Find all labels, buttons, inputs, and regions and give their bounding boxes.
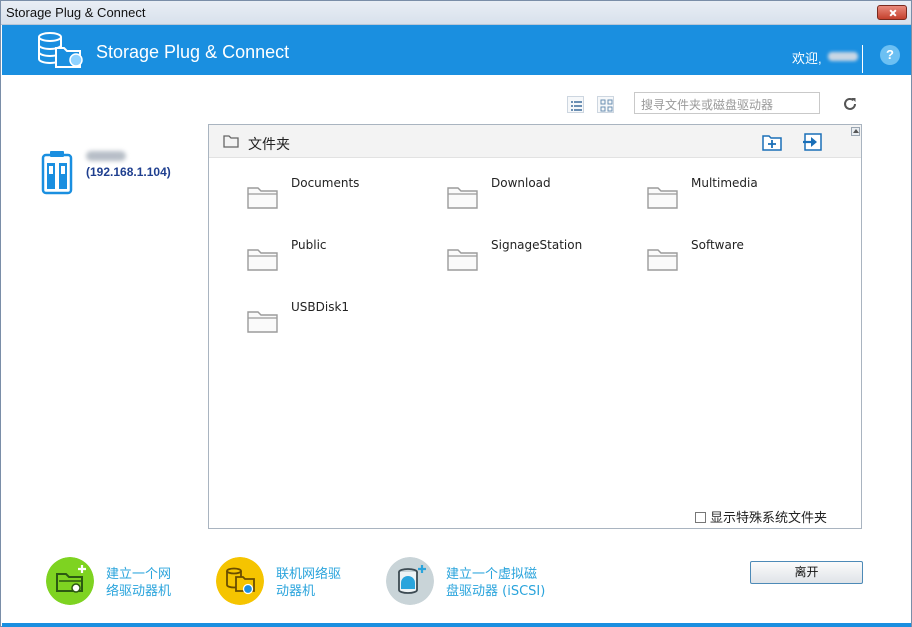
username-redacted xyxy=(828,52,858,61)
scroll-up-button[interactable] xyxy=(851,127,860,136)
folder-item[interactable]: Multimedia xyxy=(647,176,837,216)
grid-view-button[interactable] xyxy=(597,96,614,113)
folder-icon xyxy=(223,135,239,148)
folder-icon xyxy=(247,249,278,271)
folder-icon xyxy=(647,249,678,271)
grid-view-icon xyxy=(600,99,613,112)
folder-icon xyxy=(647,187,678,209)
list-view-icon xyxy=(571,101,582,111)
folder-label: USBDisk1 xyxy=(291,300,350,314)
title-bar: Storage Plug & Connect xyxy=(1,1,911,25)
show-system-folders-checkbox[interactable]: 显示特殊系统文件夹 xyxy=(695,507,827,526)
search-input[interactable]: 搜寻文件夹或磁盘驱动器 xyxy=(634,92,820,114)
folder-icon xyxy=(247,311,278,333)
refresh-icon[interactable] xyxy=(841,95,859,113)
create-iscsi-drive-button[interactable]: 建立一个虚拟磁 盘驱动器 (iSCSI) xyxy=(386,557,586,605)
virtual-disk-icon xyxy=(386,557,434,605)
bottom-accent-strip xyxy=(2,623,911,627)
header-bar: Storage Plug & Connect 欢迎, ? xyxy=(2,25,911,75)
connect-drive-icon xyxy=(216,557,264,605)
storage-app-logo-icon xyxy=(38,32,83,68)
folder-item[interactable]: Software xyxy=(647,238,837,278)
folder-item[interactable]: Public xyxy=(247,238,437,278)
connect-network-drive-button[interactable]: 联机网络驱 动器机 xyxy=(216,557,376,605)
header-divider xyxy=(862,45,863,73)
device-ip[interactable]: (192.168.1.104) xyxy=(86,165,171,179)
folder-panel-header: 文件夹 xyxy=(209,125,861,158)
folder-label: SignageStation xyxy=(491,238,583,252)
checkbox-box[interactable] xyxy=(695,512,706,523)
list-view-button[interactable] xyxy=(567,96,584,113)
panel-title: 文件夹 xyxy=(248,137,290,153)
folder-label: Software xyxy=(691,238,744,252)
folder-label: Documents xyxy=(291,176,360,190)
action-line: 盘驱动器 (iSCSI) xyxy=(446,584,546,599)
folder-panel: 文件夹 Documents Download Multimedia Public… xyxy=(208,124,862,529)
window-title: Storage Plug & Connect xyxy=(6,5,146,20)
folder-icon xyxy=(447,187,478,209)
app-window: Storage Plug & Connect Storage Plug & Co… xyxy=(0,0,912,627)
device-name-redacted xyxy=(86,151,126,161)
folder-item[interactable]: USBDisk1 xyxy=(247,300,437,340)
create-iscsi-drive-label: 建立一个虚拟磁 盘驱动器 (iSCSI) xyxy=(446,566,576,600)
new-folder-icon[interactable] xyxy=(761,132,783,152)
show-system-folders-label: 显示特殊系统文件夹 xyxy=(710,511,828,526)
folder-label: Download xyxy=(491,176,551,190)
close-button[interactable] xyxy=(877,5,907,20)
action-line: 建立一个虚拟磁 xyxy=(446,567,538,582)
nas-device-icon[interactable] xyxy=(41,149,73,195)
folder-icon xyxy=(247,187,278,209)
app-title: Storage Plug & Connect xyxy=(96,42,290,62)
folder-icon xyxy=(447,249,478,271)
folder-label: Multimedia xyxy=(691,176,758,190)
welcome-text: 欢迎, xyxy=(792,51,822,66)
folder-item[interactable]: SignageStation xyxy=(447,238,637,278)
import-folder-icon[interactable] xyxy=(801,132,823,152)
folder-item[interactable]: Documents xyxy=(247,176,437,216)
help-button[interactable]: ? xyxy=(880,45,900,65)
network-drive-icon xyxy=(46,557,94,605)
leave-button[interactable]: 离开 xyxy=(750,561,863,584)
folder-label: Public xyxy=(291,238,327,252)
folder-item[interactable]: Download xyxy=(447,176,637,216)
